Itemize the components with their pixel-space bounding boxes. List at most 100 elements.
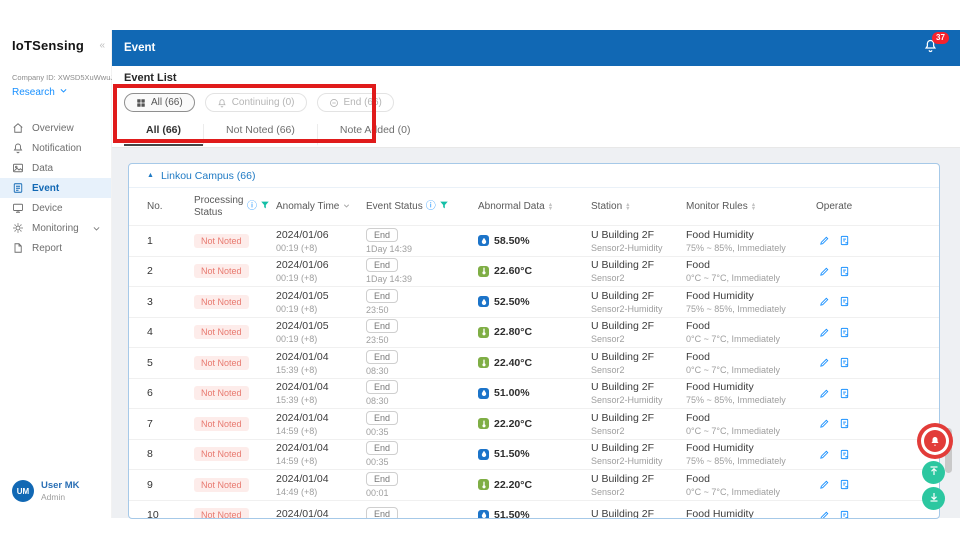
edit-button[interactable] [819, 449, 830, 460]
alarm-fab-button[interactable] [917, 423, 953, 459]
edit-button[interactable] [819, 296, 830, 307]
alarm-icon [217, 98, 227, 108]
edit-button[interactable] [819, 479, 830, 490]
col-anomaly-time[interactable]: Anomaly Time [276, 201, 366, 213]
edit-button[interactable] [819, 418, 830, 429]
sensor-name: Sensor2 [591, 334, 680, 344]
filter-funnel-icon[interactable] [260, 200, 270, 213]
event-duration: 08:30 [366, 396, 472, 406]
user-profile[interactable]: UM User MK Admin [12, 480, 80, 502]
group-label: Linkou Campus (66) [161, 170, 256, 182]
humidity-icon [478, 510, 489, 519]
note-tab[interactable]: All (66) [124, 124, 203, 146]
info-icon[interactable]: ⓘ [426, 202, 436, 212]
table-group-toggle[interactable]: ▲ Linkou Campus (66) [129, 164, 939, 188]
station-name: U Building 2F [591, 473, 680, 485]
col-abnormal-data[interactable]: Abnormal Data ▲▼ [478, 201, 591, 212]
sort-desc-icon [342, 201, 351, 213]
event-status-tag: End [366, 289, 398, 303]
info-icon[interactable]: ⓘ [247, 202, 257, 212]
monitor-rule-range: 75% ~ 85%, Immediately [686, 304, 810, 314]
abnormal-value: 51.50% [494, 448, 530, 460]
anomaly-date: 2024/01/04 [276, 442, 360, 454]
station-name: U Building 2F [591, 508, 680, 519]
monitor-rule-range: 0°C ~ 7°C, Immediately [686, 334, 810, 344]
station-name: U Building 2F [591, 259, 680, 271]
status-filter-pill[interactable]: Continuing (0) [205, 93, 307, 112]
sidebar-item-overview[interactable]: Overview [0, 118, 111, 138]
temperature-icon [478, 479, 489, 490]
notification-bell-button[interactable]: 37 [923, 38, 938, 58]
abnormal-value: 22.60°C [494, 265, 532, 277]
add-note-button[interactable] [839, 388, 850, 399]
anomaly-time: 00:19 (+8) [276, 243, 360, 253]
sidebar-collapse-icon[interactable]: « [99, 40, 105, 51]
scroll-to-bottom-button[interactable] [922, 487, 945, 510]
anomaly-date: 2024/01/04 [276, 412, 360, 424]
event-status-tag: End [366, 507, 398, 519]
edit-button[interactable] [819, 510, 830, 519]
status-filter-pill[interactable]: End (66) [317, 93, 394, 112]
anomaly-time: 15:39 (+8) [276, 395, 360, 405]
table-row: 6 Not Noted 2024/01/04 15:39 (+8) End 08… [129, 379, 939, 410]
form-icon [12, 182, 24, 194]
add-note-button[interactable] [839, 479, 850, 490]
monitor-rule-name: Food [686, 351, 810, 363]
sidebar-item-event[interactable]: Event [0, 178, 111, 198]
anomaly-date: 2024/01/04 [276, 351, 360, 363]
note-tab[interactable]: Note Added (0) [317, 124, 433, 146]
add-note-button[interactable] [839, 449, 850, 460]
sidebar-item-data[interactable]: Data [0, 158, 111, 178]
edit-button[interactable] [819, 357, 830, 368]
note-tab[interactable]: Not Noted (66) [203, 124, 317, 146]
caret-up-icon: ▲ [147, 172, 154, 179]
humidity-icon [478, 388, 489, 399]
anomaly-time: 15:39 (+8) [276, 365, 360, 375]
anomaly-time: 00:19 (+8) [276, 334, 360, 344]
sidebar-item-monitoring[interactable]: Monitoring [0, 218, 111, 238]
event-status-tag: End [366, 472, 398, 486]
org-selector[interactable]: Research [0, 82, 111, 98]
add-note-button[interactable] [839, 510, 850, 519]
org-name: Research [12, 87, 55, 98]
edit-button[interactable] [819, 327, 830, 338]
add-note-button[interactable] [839, 296, 850, 307]
event-status-tag: End [366, 350, 398, 364]
sidebar-item-notification[interactable]: Notification [0, 138, 111, 158]
event-status-tag: End [366, 319, 398, 333]
col-no: No. [129, 201, 194, 212]
filter-funnel-icon[interactable] [439, 200, 449, 213]
row-number: 1 [129, 235, 194, 247]
monitor-rule-name: Food [686, 473, 810, 485]
page: IoTSensing « Company ID: XWSD5XuWwuJ5 Re… [0, 0, 960, 540]
add-note-button[interactable] [839, 266, 850, 277]
avatar: UM [12, 480, 34, 502]
edit-button[interactable] [819, 388, 830, 399]
anomaly-date: 2024/01/06 [276, 229, 360, 241]
app-logo: IoTSensing [12, 38, 84, 53]
sidebar-item-report[interactable]: Report [0, 238, 111, 258]
add-note-button[interactable] [839, 418, 850, 429]
add-note-button[interactable] [839, 357, 850, 368]
main-area: Event 37 Event List All (66) Continuing … [112, 30, 960, 518]
monitor-rule-name: Food Humidity [686, 290, 810, 302]
processing-status-badge: Not Noted [194, 295, 249, 309]
abnormal-value: 22.40°C [494, 357, 532, 369]
row-number: 5 [129, 357, 194, 369]
event-duration: 1Day 14:39 [366, 274, 472, 284]
sort-icon: ▲▼ [751, 203, 756, 211]
file-icon [12, 242, 24, 254]
scroll-to-top-button[interactable] [922, 461, 945, 484]
col-monitor-rules[interactable]: Monitor Rules ▲▼ [686, 201, 816, 212]
edit-button[interactable] [819, 235, 830, 246]
add-note-button[interactable] [839, 235, 850, 246]
sensor-name: Sensor2-Humidity [591, 304, 680, 314]
processing-status-badge: Not Noted [194, 356, 249, 370]
sensor-name: Sensor2-Humidity [591, 243, 680, 253]
col-station[interactable]: Station ▲▼ [591, 201, 686, 212]
edit-button[interactable] [819, 266, 830, 277]
status-filter-pill[interactable]: All (66) [124, 93, 195, 112]
event-duration: 23:50 [366, 305, 472, 315]
sidebar-item-device[interactable]: Device [0, 198, 111, 218]
add-note-button[interactable] [839, 327, 850, 338]
